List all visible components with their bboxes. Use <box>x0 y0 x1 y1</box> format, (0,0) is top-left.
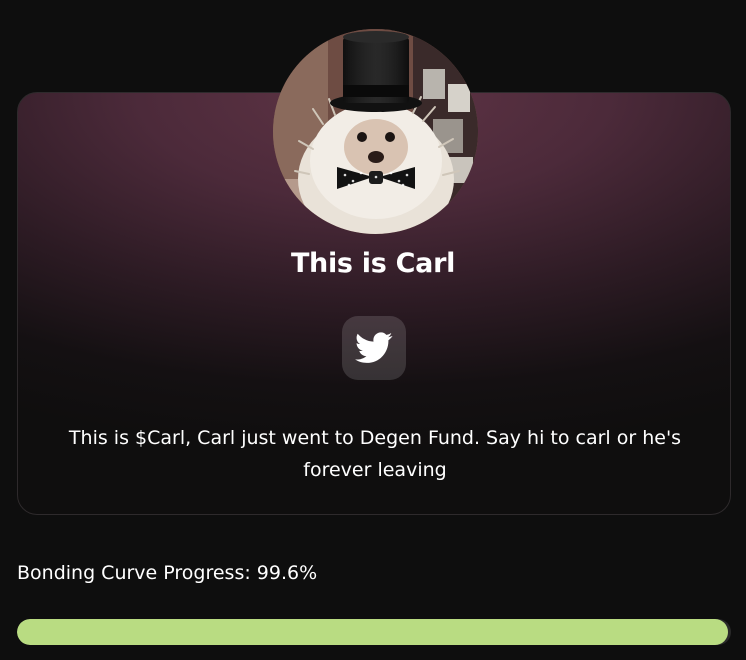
bonding-curve-label: Bonding Curve Progress: 99.6% <box>17 562 318 584</box>
twitter-bird-icon <box>355 332 393 363</box>
hedgehog-avatar-image <box>273 29 478 234</box>
token-title: This is Carl <box>290 248 456 279</box>
token-avatar <box>273 29 478 234</box>
bonding-curve-progress-bar <box>17 619 731 645</box>
token-description: This is $Carl, Carl just went to Degen F… <box>68 427 682 481</box>
twitter-button[interactable] <box>342 316 406 380</box>
page: This is Carl This is $Carl, Carl just we… <box>0 0 746 660</box>
progress-fill <box>17 619 729 645</box>
